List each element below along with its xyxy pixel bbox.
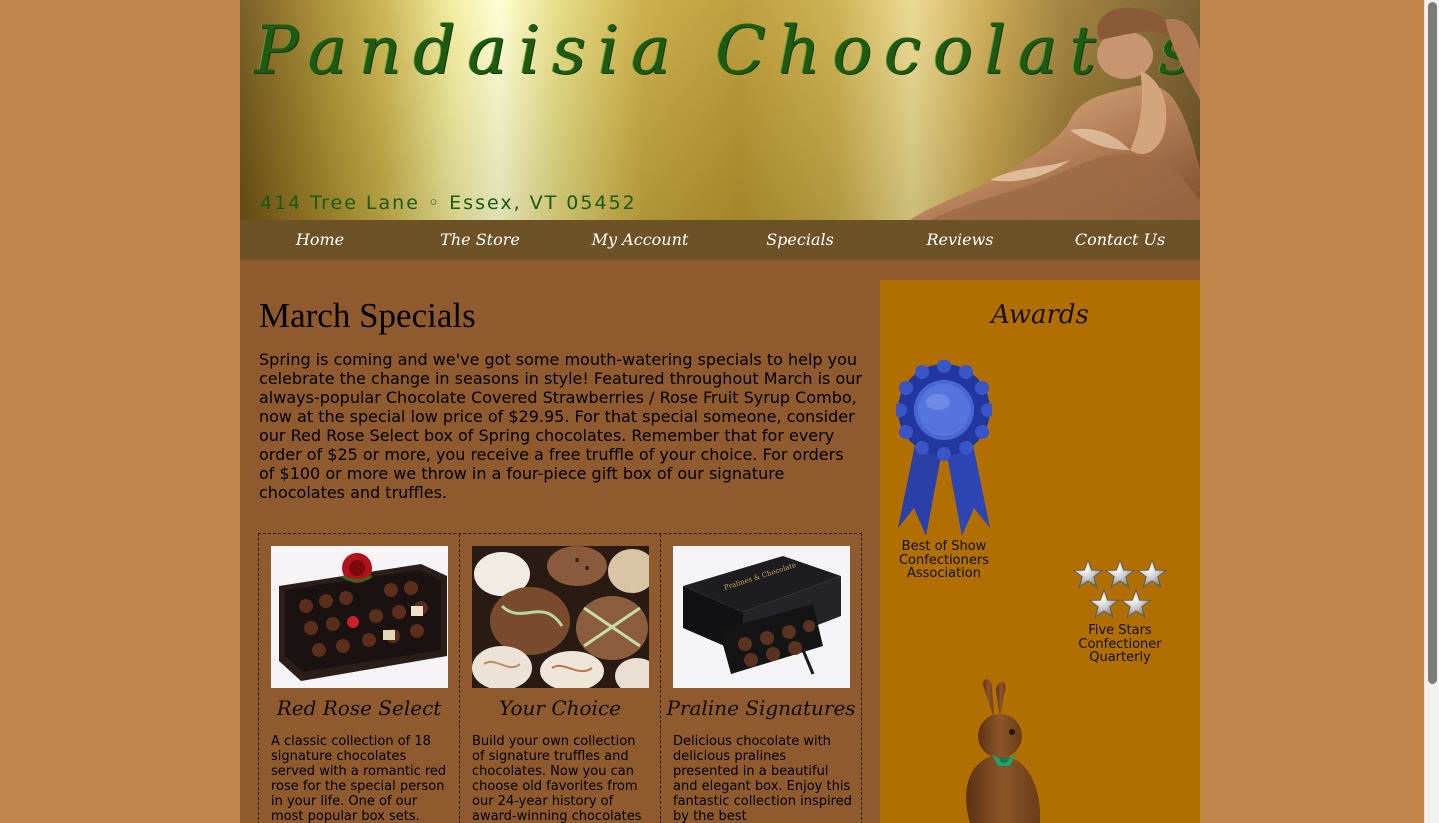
nav-my-account[interactable]: My Account xyxy=(560,220,720,260)
chocolate-bunny-image xyxy=(966,679,1041,823)
intro-paragraph: Spring is coming and we've got some mout… xyxy=(259,350,862,502)
product-description: Build your own collection of signature t… xyxy=(472,734,642,823)
nav-contact-us[interactable]: Contact Us xyxy=(1040,220,1200,260)
site-header: Pandaisia Chocolates 414 Tree Lane ◦ Ess… xyxy=(240,0,1200,220)
red-rose-select-image[interactable] xyxy=(271,546,448,688)
product-card: Pralines & Chocolate Praline Signatures … xyxy=(661,534,861,823)
product-name[interactable]: Red Rose Select xyxy=(259,696,459,720)
nav-the-store[interactable]: The Store xyxy=(400,220,560,260)
blue-ribbon-icon xyxy=(896,360,992,536)
product-name[interactable]: Your Choice xyxy=(460,696,660,720)
product-card: Your Choice Build your own collection of… xyxy=(460,534,661,823)
page-title: March Specials xyxy=(259,296,476,335)
nav-reviews[interactable]: Reviews xyxy=(880,220,1040,260)
product-grid: Red Rose Select A classic collection of … xyxy=(258,533,862,823)
nav-specials[interactable]: Specials xyxy=(720,220,880,260)
five-stars-icon xyxy=(1073,559,1167,618)
page-container: Pandaisia Chocolates 414 Tree Lane ◦ Ess… xyxy=(240,0,1200,823)
vertical-scrollbar[interactable] xyxy=(1424,0,1439,823)
store-address: 414 Tree Lane ◦ Essex, VT 05452 xyxy=(260,192,637,214)
product-name[interactable]: Praline Signatures xyxy=(661,696,861,720)
awards-heading: Awards xyxy=(991,300,1089,330)
your-choice-image[interactable] xyxy=(472,546,649,688)
product-card: Red Rose Select A classic collection of … xyxy=(259,534,460,823)
award-caption: Five Stars Confectioner Quarterly xyxy=(1078,623,1162,665)
statue-image xyxy=(910,7,1200,220)
scrollbar-thumb[interactable] xyxy=(1428,2,1437,684)
product-description: Delicious chocolate with delicious prali… xyxy=(673,734,852,823)
praline-signatures-image[interactable]: Pralines & Chocolate xyxy=(673,546,850,688)
awards-sidebar: Awards Best of Show Confectioners Associ… xyxy=(880,280,1200,823)
product-description: A classic collection of 18 signature cho… xyxy=(271,734,447,823)
main-content: March Specials Spring is coming and we'v… xyxy=(240,260,880,823)
award-caption: Best of Show Confectioners Association xyxy=(898,539,989,581)
nav-home[interactable]: Home xyxy=(240,220,400,260)
main-nav: Home The Store My Account Specials Revie… xyxy=(240,220,1200,260)
